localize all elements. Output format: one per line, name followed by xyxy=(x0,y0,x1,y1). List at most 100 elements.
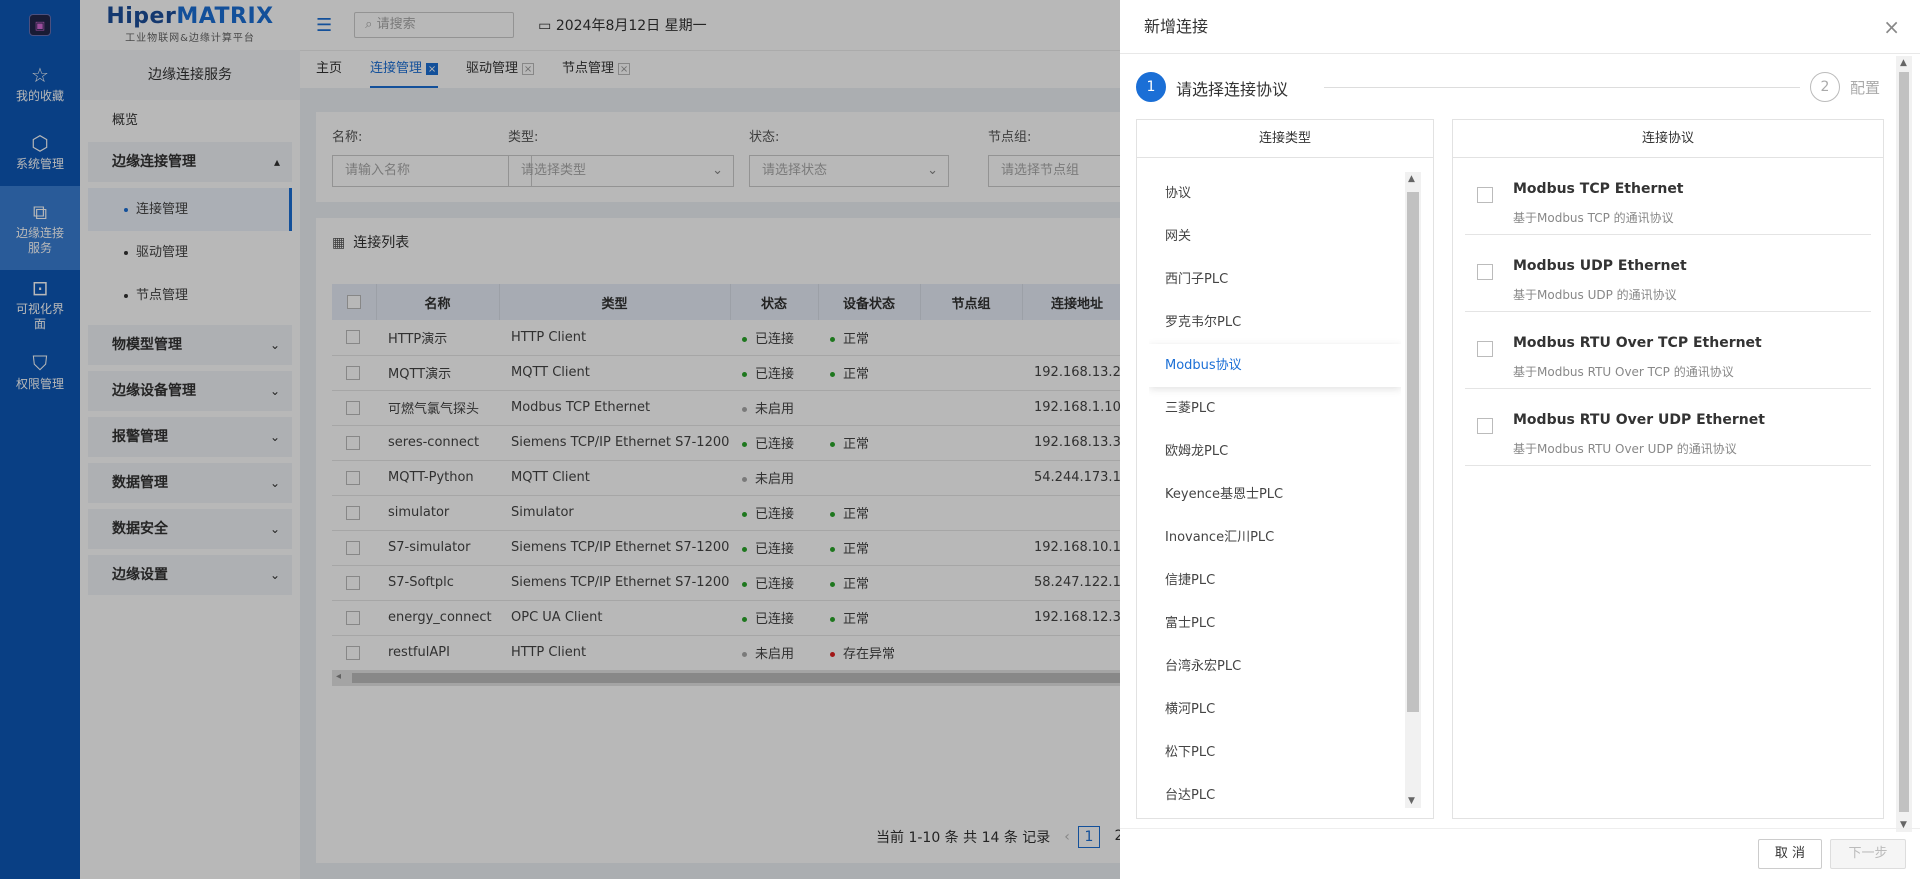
row-checkbox[interactable] xyxy=(346,540,360,555)
connection-type-item[interactable]: Modbus协议 xyxy=(1149,344,1401,387)
page-button[interactable]: 1 xyxy=(1077,826,1100,848)
next-step-button[interactable]: 下一步 xyxy=(1830,839,1906,869)
column-header[interactable]: 状态 xyxy=(730,284,819,320)
protocol-option[interactable]: Modbus RTU Over TCP Ethernet 基于Modbus RTU… xyxy=(1465,312,1871,389)
rail-item-edge-connect[interactable]: ⧉ 边缘连接服务 xyxy=(0,186,80,270)
sidebar-item-driver[interactable]: 驱动管理 xyxy=(80,231,300,274)
row-checkbox[interactable] xyxy=(346,645,360,660)
protocol-checkbox[interactable] xyxy=(1477,418,1493,434)
table-row[interactable]: seres-connect Siemens TCP/IP Ethernet S7-… xyxy=(332,425,1132,461)
cell-address xyxy=(1022,320,1132,356)
connection-type-item[interactable]: Inovance汇川PLC xyxy=(1149,516,1401,559)
column-header[interactable]: 节点组 xyxy=(920,284,1023,320)
table-row[interactable]: MQTT演示 MQTT Client 已连接 正常 192.168.13.2 xyxy=(332,355,1132,391)
sidebar-group-security[interactable]: 数据安全 ⌄ xyxy=(88,509,292,549)
connection-type-item[interactable]: 横河PLC xyxy=(1149,688,1401,731)
brand: HiperMATRIX 工业物联网&边缘计算平台 xyxy=(80,0,300,50)
row-checkbox[interactable] xyxy=(346,575,360,590)
select-all-cell xyxy=(332,284,377,320)
connection-type-item[interactable]: 信捷PLC xyxy=(1149,559,1401,602)
table-row[interactable]: energy_connect OPC UA Client 已连接 正常 192.168.… xyxy=(332,600,1132,636)
name-input[interactable]: 请输入名称 xyxy=(332,155,532,187)
connection-type-item[interactable]: 罗克韦尔PLC xyxy=(1149,301,1401,344)
app-logo[interactable]: ▣ xyxy=(0,0,80,50)
table-row[interactable]: MQTT-Python MQTT Client 未启用 54.244.173.1 xyxy=(332,460,1132,496)
connection-type-item[interactable]: 三菱PLC xyxy=(1149,387,1401,430)
sidebar-item-overview[interactable]: 概览 xyxy=(80,100,300,142)
table-row[interactable]: S7-Softplc Siemens TCP/IP Ethernet S7-120… xyxy=(332,565,1132,601)
row-checkbox[interactable] xyxy=(346,505,360,520)
row-checkbox[interactable] xyxy=(346,400,360,415)
connection-type-item[interactable]: 西门子PLC xyxy=(1149,258,1401,301)
table-row[interactable]: HTTP演示 HTTP Client 已连接 正常 xyxy=(332,320,1132,356)
close-icon[interactable]: × xyxy=(522,63,535,75)
column-header[interactable]: 连接地址 xyxy=(1022,284,1133,320)
tab-connection[interactable]: 连接管理 × xyxy=(370,50,439,88)
table-row[interactable]: simulator Simulator 已连接 正常 xyxy=(332,495,1132,531)
cancel-button[interactable]: 取 消 xyxy=(1758,839,1822,869)
connection-type-item[interactable]: 松下PLC xyxy=(1149,731,1401,774)
protocol-option[interactable]: Modbus TCP Ethernet 基于Modbus TCP 的通讯协议 xyxy=(1465,158,1871,235)
sidebar-group-data[interactable]: 数据管理 ⌄ xyxy=(88,463,292,503)
protocol-option[interactable]: Modbus RTU Over UDP Ethernet 基于Modbus RTU… xyxy=(1465,389,1871,466)
chevron-down-icon: ⌄ xyxy=(269,384,280,398)
protocol-checkbox[interactable] xyxy=(1477,341,1493,357)
node-group-select[interactable]: 请选择节点组 xyxy=(988,155,1128,187)
table-row[interactable]: restfulAPI HTTP Client 未启用 存在异常 xyxy=(332,635,1132,671)
row-checkbox[interactable] xyxy=(346,610,360,625)
row-checkbox[interactable] xyxy=(346,330,360,345)
rail-item-system[interactable]: ⬡ 系统管理 xyxy=(0,118,80,186)
connection-type-item[interactable]: 台达PLC xyxy=(1149,774,1401,808)
vertical-scrollbar[interactable]: ▲ ▼ xyxy=(1405,172,1421,808)
horizontal-scrollbar[interactable]: ◂ xyxy=(332,670,1132,686)
row-checkbox[interactable] xyxy=(346,365,360,380)
connection-type-item[interactable]: 欧姆龙PLC xyxy=(1149,430,1401,473)
close-icon[interactable]: × xyxy=(618,63,631,75)
rail-item-favorites[interactable]: ☆ 我的收藏 xyxy=(0,50,80,118)
prev-page-button[interactable]: ‹ xyxy=(1064,829,1070,845)
row-checkbox[interactable] xyxy=(346,435,360,450)
table-row[interactable]: 可燃气氯气探头 Modbus TCP Ethernet 未启用 192.168.1.1… xyxy=(332,390,1132,426)
sidebar-item-connection[interactable]: 连接管理 xyxy=(88,188,292,231)
sidebar-item-node[interactable]: 节点管理 xyxy=(80,274,300,317)
search-input[interactable]: ⌕ 请搜索 xyxy=(354,12,515,38)
connection-type-item[interactable]: 网关 xyxy=(1149,215,1401,258)
row-select-cell xyxy=(332,460,376,496)
column-header[interactable]: 设备状态 xyxy=(818,284,921,320)
tab-node[interactable]: 节点管理 × xyxy=(562,50,631,88)
protocol-checkbox[interactable] xyxy=(1477,187,1493,203)
sidebar-group-model[interactable]: 物模型管理 ⌄ xyxy=(88,325,292,365)
protocol-checkbox[interactable] xyxy=(1477,264,1493,280)
menu-toggle-icon[interactable]: ☰ xyxy=(316,15,332,36)
protocol-option[interactable]: Modbus UDP Ethernet 基于Modbus UDP 的通讯协议 xyxy=(1465,235,1871,312)
table-row[interactable]: S7-simulator Siemens TCP/IP Ethernet S7-1… xyxy=(332,530,1132,566)
status-dot xyxy=(742,547,747,552)
column-header[interactable]: 名称 xyxy=(376,284,500,320)
connection-type-item[interactable]: 台湾永宏PLC xyxy=(1149,645,1401,688)
sidebar-group-settings[interactable]: 边缘设置 ⌄ xyxy=(88,555,292,595)
type-select[interactable]: 请选择类型 ⌄ xyxy=(508,155,734,187)
sidebar-group-edge-connect[interactable]: 边缘连接管理 ▴ xyxy=(88,142,292,182)
cell-node-group xyxy=(920,600,1022,636)
drawer-header: 新增连接 × xyxy=(1120,0,1920,54)
connection-type-item[interactable]: Keyence基恩士PLC xyxy=(1149,473,1401,516)
column-header[interactable]: 类型 xyxy=(499,284,731,320)
close-icon[interactable]: × xyxy=(1883,0,1900,54)
rail-item-label: 系统管理 xyxy=(15,157,64,171)
close-icon[interactable]: × xyxy=(426,63,439,75)
star-icon: ☆ xyxy=(31,63,49,87)
rail-item-permission[interactable]: ⛉ 权限管理 xyxy=(0,338,80,406)
rail-item-visual[interactable]: ⊡ 可视化界面 xyxy=(0,270,80,338)
connection-type-item[interactable]: 协议 xyxy=(1149,172,1401,215)
drawer-scrollbar[interactable]: ▲ ▼ xyxy=(1896,56,1912,832)
tab-driver[interactable]: 驱动管理 × xyxy=(466,50,535,88)
select-all-checkbox[interactable] xyxy=(346,295,361,309)
pagination: 当前 1-10 条 共 14 条 记录 ‹ 1 2 xyxy=(876,826,1130,848)
sidebar-group-alarm[interactable]: 报警管理 ⌄ xyxy=(88,417,292,457)
connection-type-item[interactable]: 富士PLC xyxy=(1149,602,1401,645)
protocol-name: Modbus RTU Over TCP Ethernet xyxy=(1513,335,1762,351)
status-select[interactable]: 请选择状态 ⌄ xyxy=(749,155,949,187)
sidebar-group-device[interactable]: 边缘设备管理 ⌄ xyxy=(88,371,292,411)
row-checkbox[interactable] xyxy=(346,470,360,485)
tab-home[interactable]: 主页 xyxy=(316,50,342,88)
